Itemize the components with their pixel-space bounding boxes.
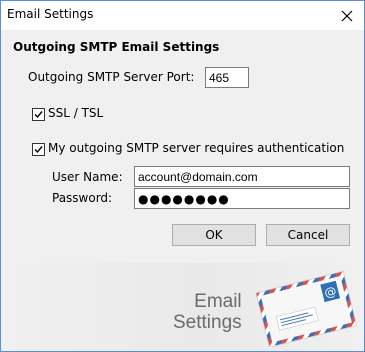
password-input[interactable]: ●●●●●●●● <box>134 188 350 209</box>
branding-line-2: Settings <box>173 312 242 333</box>
ok-button[interactable]: OK <box>172 224 256 246</box>
port-label: Outgoing SMTP Server Port: <box>28 70 195 84</box>
checkmark-icon <box>34 146 43 154</box>
username-label: User Name: <box>52 170 123 184</box>
window-title: Email Settings <box>7 7 94 21</box>
auth-label: My outgoing SMTP server requires authent… <box>48 141 345 155</box>
title-bar: Email Settings <box>1 1 364 30</box>
ssl-label: SSL / TSL <box>48 106 104 120</box>
auth-checkbox[interactable] <box>32 143 45 156</box>
close-button[interactable] <box>330 1 364 30</box>
envelope-icon: @ <box>255 270 358 347</box>
section-title: Outgoing SMTP Email Settings <box>13 40 220 54</box>
branding-text: Email Settings <box>173 291 242 333</box>
close-icon <box>341 10 353 21</box>
password-label: Password: <box>52 191 113 205</box>
branding-line-1: Email <box>194 291 242 312</box>
port-input[interactable] <box>205 67 249 88</box>
username-input[interactable] <box>134 166 350 187</box>
email-settings-dialog: Email Settings Outgoing SMTP Email Setti… <box>0 0 365 352</box>
password-value: ●●●●●●●● <box>138 192 230 206</box>
checkmark-icon <box>34 111 43 119</box>
ssl-checkbox[interactable] <box>32 108 45 121</box>
cancel-button[interactable]: Cancel <box>266 224 350 246</box>
